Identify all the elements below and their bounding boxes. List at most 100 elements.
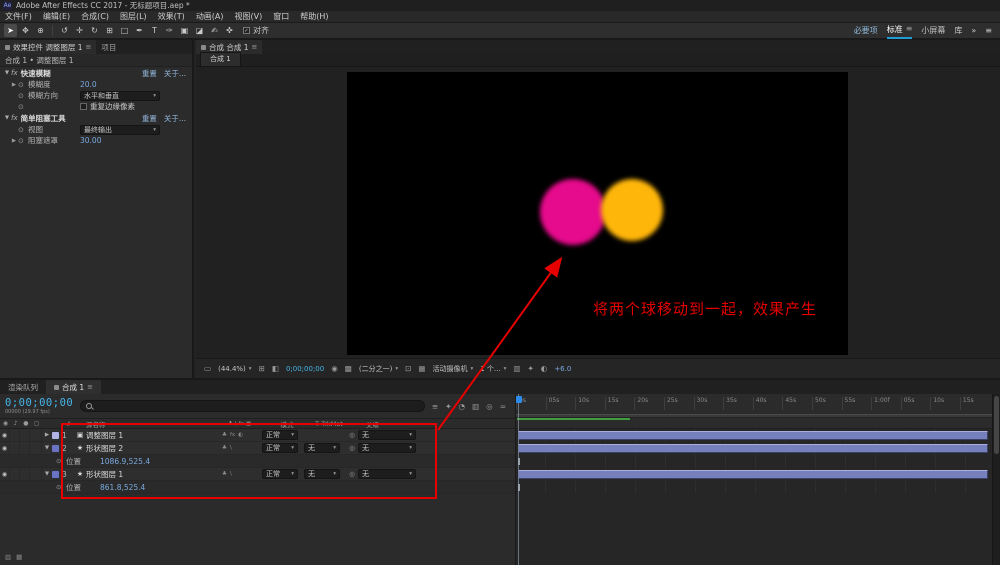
collapse-arrow-icon[interactable]: ▼ xyxy=(42,445,52,451)
layer-name[interactable]: 形状图层 1 xyxy=(86,469,222,480)
selection-tool[interactable]: ➤ xyxy=(4,24,17,37)
graph-editor-icon[interactable]: ≈ xyxy=(500,402,506,411)
eye-icon[interactable]: ◉ xyxy=(0,442,10,454)
layer-row-1[interactable]: ◉ ▶ 1 ▣ 调整图层 1 ♣ fx ◐ 正常 ▾ ◎ 无 ▾ xyxy=(0,429,515,442)
snap-checkbox[interactable]: ✓ xyxy=(243,27,250,34)
stopwatch-icon[interactable]: ⊙ xyxy=(18,137,28,145)
choke-matte-value[interactable]: 30.00 xyxy=(80,136,101,145)
layer-duration-bar[interactable] xyxy=(518,470,988,479)
parent-dropdown[interactable]: 无 ▾ xyxy=(358,469,416,479)
property-row-view[interactable]: ⊙ 视图 最终输出 ▾ xyxy=(0,124,192,135)
layer-duration-bar[interactable] xyxy=(518,444,988,453)
playhead-handle[interactable] xyxy=(516,396,522,403)
parent-pickwhip-icon[interactable]: ◎ xyxy=(346,444,358,452)
pixel-aspect-icon[interactable]: ▥ xyxy=(513,364,520,373)
repeat-edge-pixels-checkbox[interactable] xyxy=(80,103,87,110)
motion-blur-icon[interactable]: ◎ xyxy=(486,402,493,411)
label-color-chip[interactable] xyxy=(52,470,59,478)
workspace-small-screen[interactable]: 小屏幕 xyxy=(921,23,945,38)
layer-name[interactable]: 调整图层 1 xyxy=(86,430,222,441)
workspace-library[interactable]: 库 xyxy=(954,23,962,38)
effect-header-fast-blur[interactable]: ▼ fx 快速模糊 重置 关于... xyxy=(0,67,192,79)
blend-mode-dropdown[interactable]: 正常 ▾ xyxy=(262,443,298,453)
property-row-blur-dimensions[interactable]: ⊙ 模糊方向 水平和垂直 ▾ xyxy=(0,90,192,101)
menu-animation[interactable]: 动画(A) xyxy=(196,11,224,22)
expand-layer-switches-icon[interactable]: ▥ xyxy=(5,553,11,561)
stopwatch-icon[interactable]: ⊙ xyxy=(56,483,66,491)
workspace-overflow-icon[interactable]: » xyxy=(971,24,976,37)
property-row-blurriness[interactable]: ▶ ⊙ 模糊度 20.0 xyxy=(0,79,192,90)
puppet-pin-tool[interactable]: ✜ xyxy=(223,24,236,37)
show-snapshot-icon[interactable]: ▩ xyxy=(345,364,352,373)
layer-row-2[interactable]: ◉ ▼ 2 ★ 形状图层 2 ♣ \ 正常 ▾ 无 ▾ ◎ 无 ▾ xyxy=(0,442,515,455)
fast-preview-icon[interactable]: ✦ xyxy=(527,364,533,373)
stopwatch-icon[interactable]: ⊙ xyxy=(18,92,28,100)
timeline-track-area[interactable]: 0s 05s 10s 15s 20s 25s 30s 35s 40s 45s 5… xyxy=(515,394,1000,565)
solo-toggle[interactable] xyxy=(20,468,30,480)
label-color-chip[interactable] xyxy=(52,431,59,439)
eye-icon[interactable]: ◉ xyxy=(0,429,10,441)
view-layout-dropdown[interactable]: 1 个... ▾ xyxy=(480,364,506,374)
trkmat-dropdown[interactable]: 无 ▾ xyxy=(304,469,340,479)
expand-arrow-icon[interactable]: ▶ xyxy=(42,432,52,438)
lock-toggle[interactable] xyxy=(30,429,42,441)
pan-behind-tool[interactable]: ⊞ xyxy=(103,24,116,37)
layer-search-box[interactable] xyxy=(80,400,425,412)
blend-mode-dropdown[interactable]: 正常 ▾ xyxy=(262,469,298,479)
workspace-panel-menu-icon[interactable]: ≡ xyxy=(985,24,992,37)
panel-menu-icon[interactable]: ≡ xyxy=(87,383,93,391)
stopwatch-icon[interactable]: ⊙ xyxy=(18,81,28,89)
brush-tool[interactable]: ✑ xyxy=(163,24,176,37)
position-value[interactable]: 1086.9,525.4 xyxy=(100,457,150,466)
exposure-value[interactable]: +6.0 xyxy=(554,365,571,373)
about-link[interactable]: 关于... xyxy=(164,68,186,79)
monitor-icon[interactable]: ▭ xyxy=(204,364,211,373)
menu-help[interactable]: 帮助(H) xyxy=(300,11,328,22)
label-color-chip[interactable] xyxy=(52,444,59,452)
menu-composition[interactable]: 合成(C) xyxy=(81,11,109,22)
parent-pickwhip-icon[interactable]: ◎ xyxy=(346,431,358,439)
expand-arrow-icon[interactable]: ▶ xyxy=(10,138,18,144)
audio-toggle[interactable] xyxy=(10,429,20,441)
menu-window[interactable]: 窗口 xyxy=(273,11,289,22)
orbit-camera-tool[interactable]: ↺ xyxy=(58,24,71,37)
blur-dimensions-dropdown[interactable]: 水平和垂直 ▾ xyxy=(80,90,160,101)
roto-brush-tool[interactable]: ✍ xyxy=(208,24,221,37)
menu-view[interactable]: 视图(V) xyxy=(235,11,263,22)
column-mode[interactable]: 模式 xyxy=(268,419,306,429)
resolution-dropdown[interactable]: (二分之一) ▾ xyxy=(359,364,398,374)
tab-timeline-comp1[interactable]: 合成 1 ≡ xyxy=(46,380,102,394)
menu-edit[interactable]: 编辑(E) xyxy=(43,11,70,22)
position-value[interactable]: 861.8,525.4 xyxy=(100,483,145,492)
snapshot-icon[interactable]: ◉ xyxy=(331,364,338,373)
menu-file[interactable]: 文件(F) xyxy=(5,11,32,22)
tab-render-queue[interactable]: 渲染队列 xyxy=(0,380,46,394)
column-source-name[interactable]: 源名称 xyxy=(86,419,228,429)
pan-camera-tool[interactable]: ✛ xyxy=(73,24,86,37)
exposure-icon[interactable]: ◐ xyxy=(541,364,548,373)
layer-row-3[interactable]: ◉ ▼ 3 ★ 形状图层 1 ♣ \ 正常 ▾ 无 ▾ ◎ 无 ▾ xyxy=(0,468,515,481)
viewer-tab-comp1[interactable]: 合成 1 xyxy=(200,52,241,66)
expand-arrow-icon[interactable]: ▶ xyxy=(10,82,18,88)
eraser-tool[interactable]: ◪ xyxy=(193,24,206,37)
tab-effect-controls[interactable]: 效果控件 调整图层 1 ≡ xyxy=(0,40,97,54)
eye-icon[interactable]: ◉ xyxy=(0,468,10,480)
collapse-arrow-icon[interactable]: ▼ xyxy=(3,115,11,121)
transparency-grid-icon[interactable]: ▦ xyxy=(418,364,425,373)
menu-effect[interactable]: 效果(T) xyxy=(158,11,185,22)
layer-name[interactable]: 形状图层 2 xyxy=(86,443,222,454)
collapse-arrow-icon[interactable]: ▼ xyxy=(3,70,11,76)
lock-toggle[interactable] xyxy=(30,468,42,480)
trkmat-dropdown[interactable]: 无 ▾ xyxy=(304,443,340,453)
expand-transfer-controls-icon[interactable]: ▦ xyxy=(16,553,22,561)
workspace-standard[interactable]: 标准 ≡ xyxy=(886,22,913,39)
workspace-menu-icon[interactable]: ≡ xyxy=(906,24,913,35)
menu-layer[interactable]: 图层(L) xyxy=(120,11,147,22)
property-row-position[interactable]: ⊙ 位置 1086.9,525.4 xyxy=(0,455,515,468)
audio-toggle[interactable] xyxy=(10,442,20,454)
workspace-essentials[interactable]: 必要项 xyxy=(854,23,878,38)
solo-toggle[interactable] xyxy=(20,429,30,441)
panel-menu-icon[interactable]: ≡ xyxy=(86,43,92,51)
view-dropdown[interactable]: 最终输出 ▾ xyxy=(80,124,160,135)
tab-project[interactable]: 项目 xyxy=(96,40,121,54)
